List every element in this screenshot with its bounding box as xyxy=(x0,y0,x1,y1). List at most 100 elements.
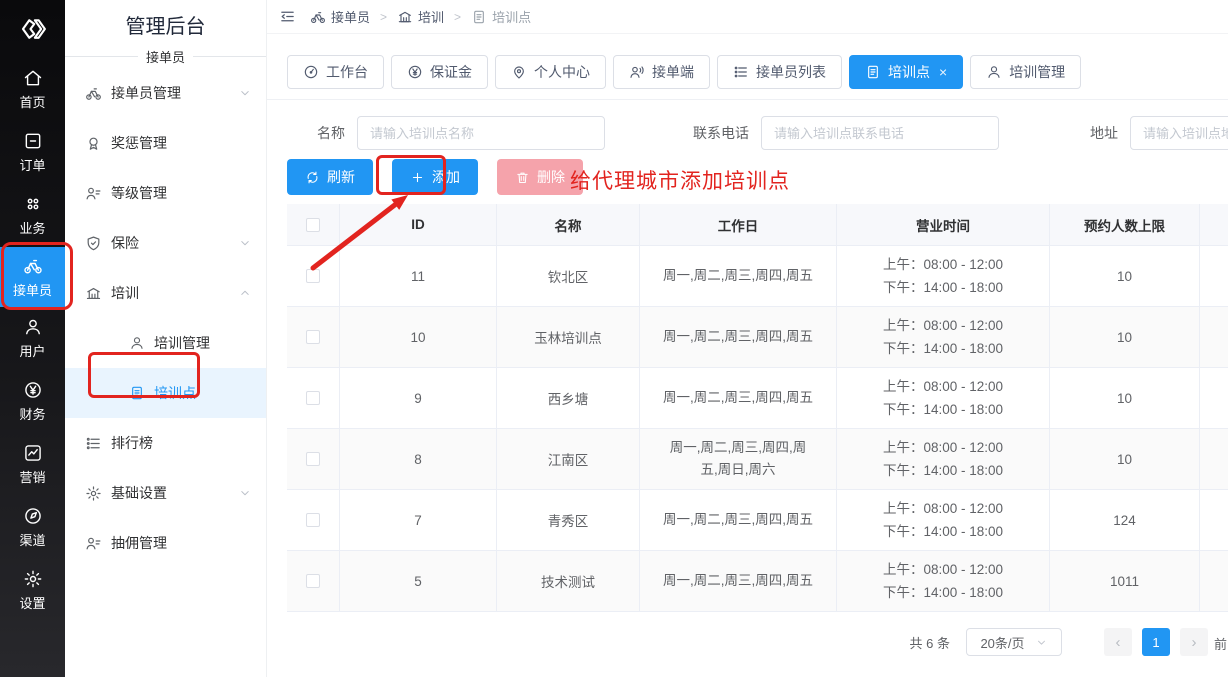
rail-item-channels[interactable]: 渠道 xyxy=(0,496,65,559)
cell-limit: 10 xyxy=(1050,307,1200,367)
chevron-down-icon xyxy=(1035,636,1048,649)
tab-personal-center[interactable]: 个人中心 xyxy=(495,55,606,89)
plus-icon xyxy=(410,170,425,185)
col-extra xyxy=(1200,204,1228,245)
breadcrumb-separator: > xyxy=(380,10,387,24)
menu-training[interactable]: 培训 xyxy=(65,268,266,318)
order-icon xyxy=(23,131,43,151)
yen-circle-icon xyxy=(23,380,43,400)
rail-item-settings[interactable]: 设置 xyxy=(0,559,65,622)
menu-label: 保险 xyxy=(111,233,238,253)
document-icon xyxy=(471,9,487,25)
close-tab-icon[interactable]: × xyxy=(939,64,947,80)
menu-commission-management[interactable]: 抽佣管理 xyxy=(65,518,266,568)
menu-leaderboard[interactable]: 排行榜 xyxy=(65,418,266,468)
cell-name: 江南区 xyxy=(497,429,640,489)
next-page-button[interactable]: › xyxy=(1180,628,1208,656)
row-checkbox[interactable] xyxy=(306,391,320,405)
tab-workbench[interactable]: 工作台 xyxy=(287,55,384,89)
cell-id: 9 xyxy=(340,368,497,428)
cell-id: 11 xyxy=(340,246,497,306)
name-filter-label: 名称 xyxy=(317,123,345,143)
rail-item-users[interactable]: 用户 xyxy=(0,307,65,370)
menu-label: 培训管理 xyxy=(154,333,252,353)
tab-deposit[interactable]: 保证金 xyxy=(391,55,488,89)
menu-training-points[interactable]: 培训点 xyxy=(65,368,266,418)
table-row: 5 技术测试 周一,周二,周三,周四,周五 上午：08:00 - 12:00下午… xyxy=(287,551,1228,612)
menu-insurance[interactable]: 保险 xyxy=(65,218,266,268)
cell-extra xyxy=(1200,551,1228,611)
admin-app: 首页 订单 业务 接单员 用户 财务 营销 渠道 设置 管理后台 接单员 接单员… xyxy=(0,0,1228,677)
menu-courier-management[interactable]: 接单员管理 xyxy=(65,68,266,118)
rail-label: 财务 xyxy=(19,404,45,423)
add-button[interactable]: 添加 xyxy=(392,159,478,195)
list-icon xyxy=(85,435,102,452)
menu-basic-settings[interactable]: 基础设置 xyxy=(65,468,266,518)
rail-item-home[interactable]: 首页 xyxy=(0,58,65,121)
section-label: 接单员 xyxy=(146,47,185,66)
col-workdays: 工作日 xyxy=(640,204,837,245)
rail-item-finance[interactable]: 财务 xyxy=(0,370,65,433)
cell-extra xyxy=(1200,307,1228,367)
tabstrip: 工作台 保证金 个人中心 接单端 接单员列表 培训点× 培训管理 xyxy=(267,34,1228,100)
pagination: 共 6 条 20条/页 ‹ 1 › 前 xyxy=(287,628,1208,656)
shield-icon xyxy=(85,235,102,252)
rail-label: 业务 xyxy=(19,218,45,237)
row-checkbox[interactable] xyxy=(306,269,320,283)
page-1-button[interactable]: 1 xyxy=(1142,628,1170,656)
name-filter-input[interactable] xyxy=(357,116,605,150)
tab-courier-client[interactable]: 接单端 xyxy=(613,55,710,89)
menu-reward-punish[interactable]: 奖惩管理 xyxy=(65,118,266,168)
rail-item-marketing[interactable]: 营销 xyxy=(0,433,65,496)
row-checkbox[interactable] xyxy=(306,452,320,466)
select-all-checkbox[interactable] xyxy=(306,218,320,232)
collapse-menu-icon[interactable] xyxy=(279,8,296,25)
row-checkbox[interactable] xyxy=(306,574,320,588)
person-lines-icon xyxy=(85,535,102,552)
school-icon xyxy=(397,9,413,25)
address-filter-input[interactable] xyxy=(1130,116,1228,150)
row-checkbox[interactable] xyxy=(306,513,320,527)
tab-training-management[interactable]: 培训管理 xyxy=(970,55,1081,89)
cell-name: 钦北区 xyxy=(497,246,640,306)
table-row: 9 西乡塘 周一,周二,周三,周四,周五 上午：08:00 - 12:00下午：… xyxy=(287,368,1228,429)
rail-item-orders[interactable]: 订单 xyxy=(0,121,65,184)
cell-hours: 上午：08:00 - 12:00下午：14:00 - 18:00 xyxy=(883,497,1003,543)
bike-icon xyxy=(310,9,326,25)
phone-filter-input[interactable] xyxy=(761,116,999,150)
breadcrumb-training[interactable]: 培训 xyxy=(397,7,444,26)
menu-label: 培训 xyxy=(111,283,238,303)
cell-workdays: 周一,周二,周三,周四,周五 xyxy=(663,265,813,287)
menu-level-management[interactable]: 等级管理 xyxy=(65,168,266,218)
menu-label: 培训点 xyxy=(154,383,252,403)
refresh-button[interactable]: 刷新 xyxy=(287,159,373,195)
tab-training-points[interactable]: 培训点× xyxy=(849,55,963,89)
cell-workdays: 周一,周二,周三,周四,周五 xyxy=(663,509,813,531)
school-icon xyxy=(85,285,102,302)
gear-icon xyxy=(85,485,102,502)
rail-label: 首页 xyxy=(19,92,45,111)
bike-icon xyxy=(85,85,102,102)
breadcrumb-training-points: 培训点 xyxy=(471,7,531,26)
chevron-up-icon xyxy=(238,286,252,300)
prev-page-button[interactable]: ‹ xyxy=(1104,628,1132,656)
tab-courier-list[interactable]: 接单员列表 xyxy=(717,55,842,89)
grid-icon xyxy=(23,194,43,214)
cell-extra xyxy=(1200,490,1228,550)
cell-hours: 上午：08:00 - 12:00下午：14:00 - 18:00 xyxy=(883,558,1003,604)
delete-button[interactable]: 删除 xyxy=(497,159,583,195)
cell-limit: 10 xyxy=(1050,246,1200,306)
menu-training-management[interactable]: 培训管理 xyxy=(65,318,266,368)
menu-label: 奖惩管理 xyxy=(111,133,252,153)
cell-hours: 上午：08:00 - 12:00下午：14:00 - 18:00 xyxy=(883,436,1003,482)
row-checkbox[interactable] xyxy=(306,330,320,344)
medal-icon xyxy=(85,135,102,152)
rail-item-business[interactable]: 业务 xyxy=(0,184,65,247)
pin-icon xyxy=(511,64,527,80)
rail-item-couriers[interactable]: 接单员 xyxy=(0,247,65,307)
cell-name: 青秀区 xyxy=(497,490,640,550)
document-icon xyxy=(865,64,881,80)
page-size-select[interactable]: 20条/页 xyxy=(966,628,1062,656)
breadcrumb-couriers[interactable]: 接单员 xyxy=(310,7,370,26)
table-row: 7 青秀区 周一,周二,周三,周四,周五 上午：08:00 - 12:00下午：… xyxy=(287,490,1228,551)
